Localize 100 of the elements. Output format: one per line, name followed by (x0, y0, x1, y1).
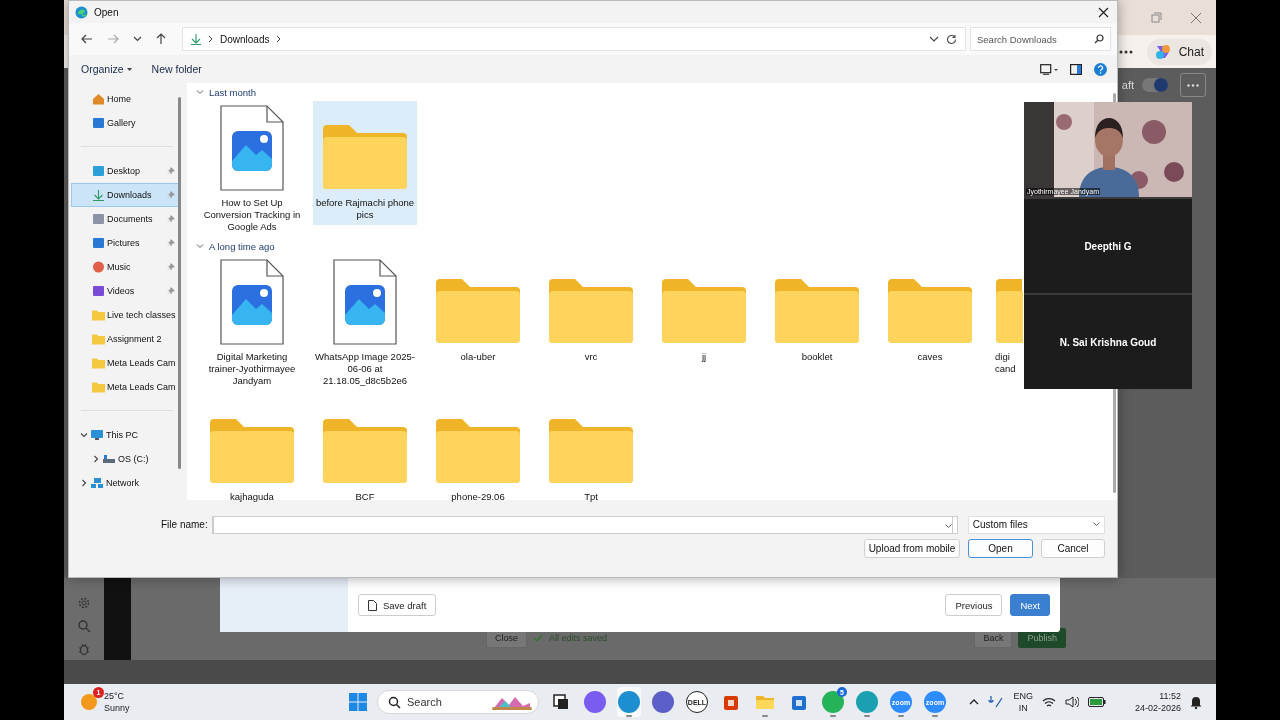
refresh-icon[interactable] (946, 33, 957, 45)
sidebar-item[interactable]: Meta Leads Cam (71, 351, 179, 375)
computer-icon (90, 429, 104, 441)
search-field[interactable]: Search Downloads (970, 27, 1111, 51)
clock[interactable]: 11:52 24-02-2026 (1134, 690, 1181, 714)
wifi-icon[interactable] (1041, 696, 1056, 708)
start-icon[interactable] (349, 693, 367, 711)
sidebar-item[interactable]: Music (71, 255, 179, 279)
draft-toggle[interactable] (1142, 78, 1168, 92)
breadcrumb[interactable]: Downloads (220, 33, 270, 45)
office-icon (722, 693, 740, 711)
sidebar-item[interactable]: Meta Leads Cam (71, 375, 179, 399)
sidebar-item[interactable]: Videos (71, 279, 179, 303)
pin-icon[interactable] (167, 167, 175, 175)
battery-icon[interactable] (1087, 697, 1106, 707)
preview-pane-icon[interactable] (1070, 63, 1082, 75)
pin-icon[interactable] (167, 287, 175, 295)
previous-button[interactable]: Previous (945, 594, 1003, 616)
search-field[interactable]: Search (377, 690, 539, 714)
next-button[interactable]: Next (1010, 594, 1050, 616)
chevron-down-icon[interactable] (133, 36, 142, 42)
browser-icon (618, 691, 640, 713)
file-item[interactable]: ola-uber (426, 255, 530, 375)
chevron-right-icon (276, 35, 282, 43)
video-icon (92, 285, 105, 297)
save-draft-button[interactable]: Save draft (358, 594, 437, 616)
sidebar-item[interactable]: Live tech classes (71, 303, 179, 327)
file-type-dropdown[interactable]: Custom files (967, 515, 1105, 534)
search-icon[interactable] (77, 619, 91, 633)
weather-icon[interactable] (81, 694, 97, 710)
chevron-down-icon[interactable] (80, 431, 88, 439)
file-item[interactable]: caves (878, 255, 982, 375)
bug-icon[interactable] (77, 642, 91, 656)
file-item[interactable]: jj (652, 255, 756, 375)
view-icon[interactable] (1040, 63, 1058, 75)
sidebar-item[interactable]: Gallery (71, 111, 179, 135)
settings-icon[interactable] (77, 596, 91, 610)
dialog-button[interactable]: Upload from mobile (864, 538, 960, 558)
sidebar-item[interactable]: Assignment 2 (71, 327, 179, 351)
dialog-button[interactable]: Open (968, 538, 1033, 558)
file-item[interactable]: before Rajmachi phone pics (313, 101, 417, 225)
organize-menu[interactable]: Organize (77, 61, 136, 77)
image-file-icon (220, 259, 284, 345)
drive-icon (102, 453, 116, 465)
download-icon (191, 33, 201, 45)
tree-item[interactable]: OS (C:) (71, 447, 179, 471)
forward-arrow-icon[interactable] (107, 34, 119, 44)
group-header[interactable]: Last month (196, 85, 256, 99)
chevron-right-icon[interactable] (80, 479, 88, 487)
language-indicator[interactable]: ENG IN (1013, 690, 1033, 714)
check-icon (533, 634, 543, 642)
file-item[interactable]: BCF (313, 395, 417, 515)
up-arrow-icon[interactable] (156, 33, 166, 45)
more-icon[interactable] (1118, 49, 1133, 54)
new-folder-button[interactable]: New folder (147, 61, 206, 77)
participant-name: N. Sai Krishna Goud (1059, 336, 1157, 348)
group-header[interactable]: A long time ago (196, 239, 275, 253)
home-icon (92, 93, 105, 105)
sidebar-item[interactable]: Pictures (71, 231, 179, 255)
pin-icon[interactable] (167, 263, 175, 271)
sidebar-item[interactable]: Desktop (71, 159, 179, 183)
file-item[interactable]: vrc (539, 255, 643, 375)
more-icon (1187, 83, 1199, 87)
search-icon (388, 695, 401, 709)
back-arrow-icon[interactable] (81, 34, 93, 44)
pin-icon[interactable] (167, 239, 175, 247)
chevron-right-icon[interactable] (92, 455, 100, 463)
file-item[interactable]: Tpt (539, 395, 643, 515)
browser-icon (75, 5, 88, 19)
more-button[interactable] (1180, 73, 1206, 97)
file-name-label: File name: (161, 519, 208, 530)
sidebar-item[interactable]: Documents (71, 207, 179, 231)
tree-item[interactable]: Network (71, 471, 179, 495)
help-icon[interactable] (1094, 62, 1107, 76)
notification-icon[interactable] (1190, 695, 1202, 709)
chevron-down-icon[interactable] (929, 36, 939, 42)
pin-icon[interactable] (167, 191, 175, 199)
sidebar-item[interactable]: Downloads (71, 183, 179, 207)
chevron-down-icon (196, 88, 204, 96)
file-item[interactable]: booklet (765, 255, 869, 375)
tree-item[interactable]: This PC (71, 423, 179, 447)
chat-button[interactable]: Chat (1146, 38, 1212, 65)
caret-icon[interactable] (969, 699, 980, 705)
file-item[interactable]: digi cand (991, 255, 1023, 379)
file-item[interactable]: WhatsApp Image 2025-06-06 at 21.18.05_d8c5b2e6 (313, 255, 417, 391)
search-icon (1094, 34, 1104, 44)
sidebar-item[interactable]: Home (71, 87, 179, 111)
file-item[interactable]: phone-29.06 (426, 395, 530, 515)
file-item[interactable]: How to Set Up Conversion Tracking in Google Ads (200, 101, 304, 237)
volume-icon[interactable] (1064, 696, 1079, 708)
pin-icon[interactable] (167, 215, 175, 223)
pen-icon[interactable] (988, 695, 1005, 709)
file-name-field[interactable] (212, 515, 953, 534)
participant-name: Deepthi G (1084, 240, 1132, 252)
download-icon (92, 189, 105, 201)
address-bar[interactable]: Downloads (182, 27, 966, 51)
close-icon[interactable] (1098, 6, 1109, 18)
dialog-button[interactable]: Cancel (1041, 538, 1105, 558)
file-item[interactable]: Digital Marketing trainer-Jyothirmayee Jandyam (200, 255, 304, 391)
file-item[interactable]: kajhaguda (200, 395, 304, 515)
